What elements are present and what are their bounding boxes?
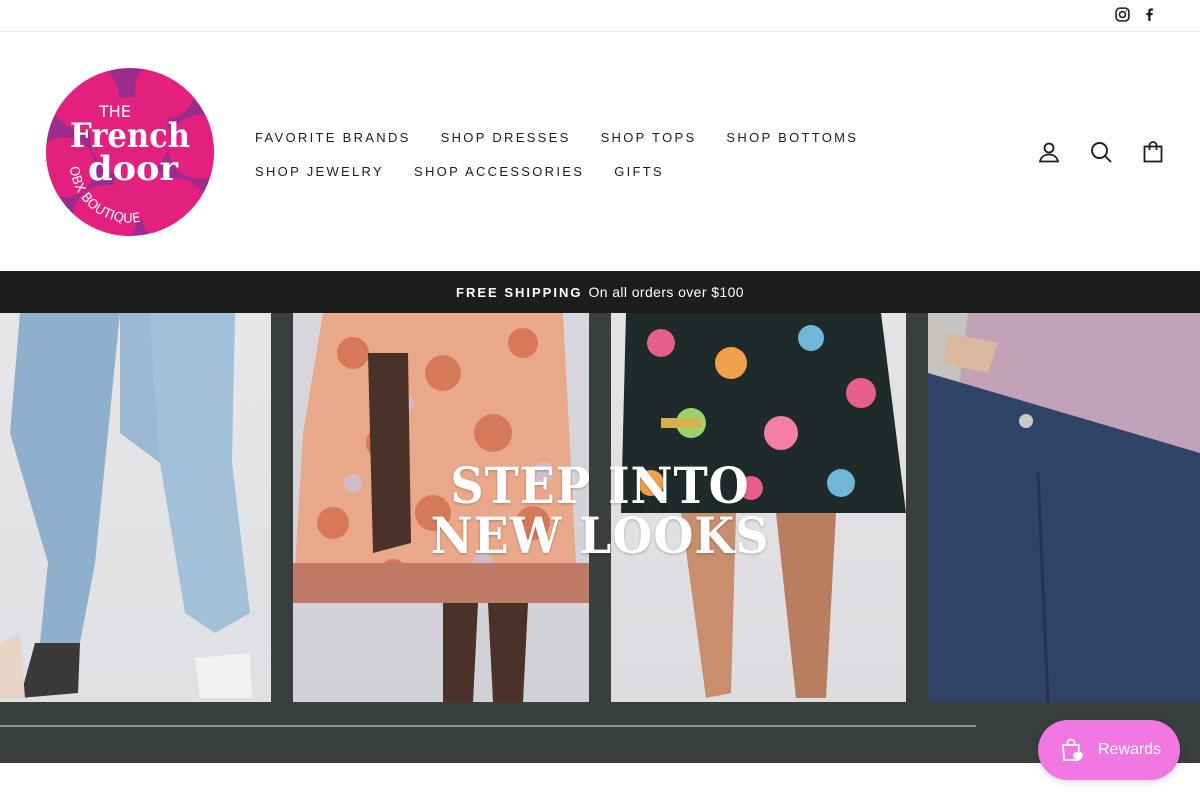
hero-banner[interactable]: STEP INTO NEW LOOKS bbox=[0, 313, 1200, 763]
hero-divider-line bbox=[0, 725, 976, 727]
facebook-icon[interactable] bbox=[1141, 6, 1158, 23]
nav-item-shop-accessories[interactable]: SHOP ACCESSORIES bbox=[399, 164, 599, 179]
rewards-label: Rewards bbox=[1098, 741, 1162, 758]
logo-line-3: door bbox=[88, 149, 179, 189]
announcement-bold: FREE SHIPPING bbox=[456, 284, 583, 300]
rewards-button[interactable]: Rewards bbox=[1038, 720, 1180, 780]
hero-image-jeans bbox=[0, 313, 271, 702]
hero-title: STEP INTO NEW LOOKS bbox=[398, 461, 803, 561]
hero-image-knit-sweater-jeans bbox=[928, 313, 1200, 702]
gift-bag-heart-icon bbox=[1062, 738, 1083, 762]
top-bar bbox=[0, 0, 1200, 32]
nav-item-shop-tops[interactable]: SHOP TOPS bbox=[586, 130, 712, 145]
nav-row-2: SHOP JEWELRY SHOP ACCESSORIES GIFTS bbox=[240, 154, 880, 188]
hero-title-line-1: STEP INTO bbox=[450, 456, 750, 515]
bag-icon[interactable] bbox=[1136, 138, 1170, 166]
hero-title-line-2: NEW LOOKS bbox=[430, 506, 770, 565]
nav-item-shop-bottoms[interactable]: SHOP BOTTOMS bbox=[711, 130, 873, 145]
nav-item-gifts[interactable]: GIFTS bbox=[599, 164, 679, 179]
main-nav: FAVORITE BRANDS SHOP DRESSES SHOP TOPS S… bbox=[240, 120, 880, 188]
nav-item-shop-dresses[interactable]: SHOP DRESSES bbox=[426, 130, 586, 145]
announcement-bar: FREE SHIPPING On all orders over $100 bbox=[0, 271, 1200, 313]
user-icon[interactable] bbox=[1032, 138, 1066, 166]
nav-row-1: FAVORITE BRANDS SHOP DRESSES SHOP TOPS S… bbox=[240, 120, 880, 154]
social-links bbox=[1114, 6, 1158, 23]
logo[interactable]: THE French door OBX BOUTIQUE bbox=[45, 67, 215, 237]
announcement-text: On all orders over $100 bbox=[588, 284, 744, 300]
nav-item-favorite-brands[interactable]: FAVORITE BRANDS bbox=[240, 130, 426, 145]
search-icon[interactable] bbox=[1084, 138, 1118, 166]
instagram-icon[interactable] bbox=[1114, 6, 1131, 23]
site-header: THE French door OBX BOUTIQUE FAVORITE BR… bbox=[0, 32, 1200, 271]
nav-item-shop-jewelry[interactable]: SHOP JEWELRY bbox=[240, 164, 399, 179]
header-icons bbox=[1032, 138, 1170, 166]
